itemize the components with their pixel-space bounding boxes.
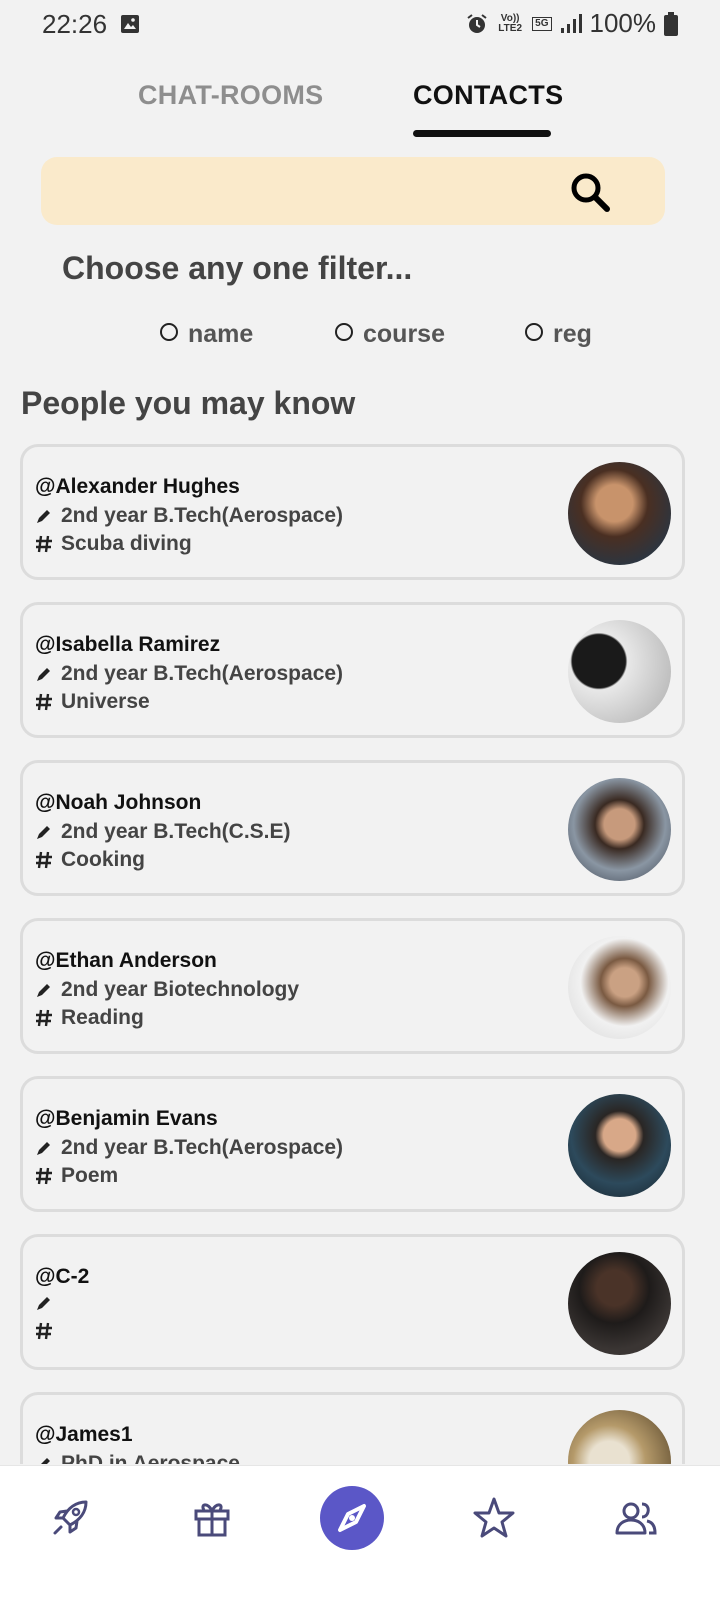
tab-contacts[interactable]: CONTACTS: [413, 80, 563, 111]
hashtag-icon: [36, 693, 52, 711]
radio-button[interactable]: [160, 322, 178, 341]
contact-interest: Reading: [61, 1006, 144, 1029]
status-indicators: Vo)) LTE2 5G 100%: [466, 8, 678, 39]
contact-card[interactable]: @Isabella Ramirez 2nd year B.Tech(Aerosp…: [20, 602, 685, 738]
filter-radio-reg[interactable]: reg: [525, 320, 592, 349]
pencil-icon: [37, 984, 50, 997]
star-icon[interactable]: [472, 1496, 516, 1540]
contact-interest: Cooking: [61, 848, 145, 871]
contact-interest-row: [35, 1322, 61, 1340]
pencil-icon: [37, 510, 50, 523]
contact-interest-row: Universe: [35, 690, 150, 714]
contact-card[interactable]: @Alexander Hughes 2nd year B.Tech(Aerosp…: [20, 444, 685, 580]
bottom-navigation: [0, 1465, 720, 1600]
contact-card[interactable]: @Noah Johnson 2nd year B.Tech(C.S.E) Coo…: [20, 760, 685, 896]
contact-interest-row: Scuba diving: [35, 532, 192, 556]
contact-course-row: 2nd year B.Tech(Aerospace): [35, 1136, 343, 1160]
contact-course-row: 2nd year B.Tech(Aerospace): [35, 662, 343, 686]
battery-percent: 100%: [589, 8, 657, 38]
search-icon[interactable]: [569, 171, 611, 213]
contact-course-row: 2nd year B.Tech(C.S.E): [35, 820, 291, 844]
pencil-icon: [37, 1142, 50, 1155]
contact-interest: Poem: [61, 1164, 119, 1187]
contact-course-row: [35, 1294, 61, 1312]
contact-card[interactable]: @Ethan Anderson 2nd year Biotechnology R…: [20, 918, 685, 1054]
avatar[interactable]: [568, 620, 671, 723]
hashtag-icon: [36, 535, 52, 553]
contact-course: PhD in Aerospace: [61, 1452, 240, 1464]
radio-label: reg: [553, 320, 592, 348]
gallery-icon: [121, 15, 139, 33]
gift-icon[interactable]: [190, 1496, 234, 1540]
hashtag-icon: [36, 1167, 52, 1185]
volte-indicator: Vo)) LTE2: [498, 12, 523, 34]
hashtag-icon: [36, 1322, 52, 1340]
radio-label: name: [188, 320, 254, 348]
pencil-icon: [37, 1297, 50, 1310]
filter-radio-course[interactable]: course: [335, 320, 445, 349]
contact-course-row: 2nd year Biotechnology: [35, 978, 299, 1002]
contact-course: 2nd year B.Tech(Aerospace): [61, 504, 344, 527]
alarm-icon: [467, 13, 487, 33]
contact-handle: @Noah Johnson: [35, 791, 202, 814]
contact-card[interactable]: @James1 PhD in Aerospace: [20, 1392, 685, 1464]
contact-handle: @Ethan Anderson: [35, 949, 217, 972]
search-input[interactable]: [61, 157, 561, 225]
contact-course: 2nd year B.Tech(C.S.E): [61, 820, 291, 843]
filter-title: Choose any one filter...: [62, 250, 413, 286]
explore-button[interactable]: [320, 1486, 384, 1550]
people-icon[interactable]: [614, 1496, 658, 1540]
filter-radio-name[interactable]: name: [160, 320, 253, 349]
search-bar: [41, 157, 665, 225]
contact-interest: Universe: [61, 690, 150, 713]
contact-interest-row: Cooking: [35, 848, 145, 872]
radio-button[interactable]: [335, 322, 353, 341]
contact-course-row: 2nd year B.Tech(Aerospace): [35, 504, 343, 528]
signal-icon: [560, 13, 582, 33]
compass-icon: [338, 1504, 366, 1532]
hashtag-icon: [36, 851, 52, 869]
avatar[interactable]: [568, 1410, 671, 1464]
contact-interest: Scuba diving: [61, 532, 192, 555]
tab-chat-rooms[interactable]: CHAT-ROOMS: [138, 80, 324, 111]
active-tab-indicator: [413, 130, 551, 137]
contact-interest-row: Reading: [35, 1006, 144, 1030]
pencil-icon: [37, 826, 50, 839]
rocket-icon[interactable]: [48, 1496, 92, 1540]
pencil-icon: [41, 1458, 50, 1464]
contact-handle: @Benjamin Evans: [35, 1107, 218, 1130]
avatar[interactable]: [568, 778, 671, 881]
radio-label: course: [363, 320, 445, 348]
contact-card[interactable]: @C-2: [20, 1234, 685, 1370]
pencil-icon: [37, 668, 50, 681]
contact-course: 2nd year B.Tech(Aerospace): [61, 662, 344, 685]
radio-button[interactable]: [525, 322, 543, 341]
contact-handle: @C-2: [35, 1265, 90, 1288]
contact-handle: @Isabella Ramirez: [35, 633, 221, 656]
contact-course: 2nd year B.Tech(Aerospace): [61, 1136, 344, 1159]
status-time: 22:26: [42, 9, 108, 39]
contact-course-row: PhD in Aerospace: [35, 1452, 240, 1464]
status-bar: 22:26 Vo)) LTE2 5G 100%: [0, 0, 720, 50]
hashtag-icon: [36, 1009, 52, 1027]
avatar[interactable]: [568, 936, 671, 1039]
contact-course: 2nd year Biotechnology: [61, 978, 300, 1001]
tab-bar: CHAT-ROOMS CONTACTS: [0, 70, 720, 140]
contact-handle: @Alexander Hughes: [35, 475, 240, 498]
battery-icon: [664, 11, 678, 36]
contact-handle: @James1: [35, 1423, 133, 1446]
avatar[interactable]: [568, 1252, 671, 1355]
avatar[interactable]: [568, 1094, 671, 1197]
contact-list: @Alexander Hughes 2nd year B.Tech(Aerosp…: [20, 444, 686, 1464]
contact-interest-row: Poem: [35, 1164, 118, 1188]
avatar[interactable]: [568, 462, 671, 565]
contact-card[interactable]: @Benjamin Evans 2nd year B.Tech(Aerospac…: [20, 1076, 685, 1212]
5g-indicator: 5G: [532, 16, 552, 31]
section-title: People you may know: [21, 385, 356, 421]
